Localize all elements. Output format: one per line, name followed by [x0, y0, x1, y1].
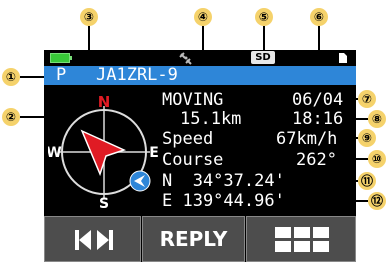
course-value: 262° [296, 150, 337, 170]
leader-10 [356, 158, 368, 160]
compass: N S W E [48, 93, 159, 212]
compass-south: S [99, 196, 109, 212]
reply-label: REPLY [159, 227, 228, 251]
callout-1: ① [2, 68, 20, 86]
leader-12 [356, 200, 368, 202]
device-screen: SD P JA1ZRL-9 N S W E MOVING 06/04 15.1k… [44, 50, 356, 262]
callout-12: ⑫ [368, 192, 386, 210]
date-value: 06/04 [292, 90, 344, 110]
callout-3: ③ [80, 8, 98, 26]
reply-button[interactable]: REPLY [142, 216, 245, 262]
battery-icon [50, 53, 70, 63]
speed-label: Speed [162, 129, 214, 149]
callout-11: ⑪ [358, 172, 376, 190]
menu-button[interactable] [246, 216, 356, 262]
callout-2: ② [2, 108, 20, 126]
station-prefix: P [56, 65, 67, 85]
callout-4: ④ [194, 8, 212, 26]
skip-back-forward-icon [75, 230, 113, 250]
time-value: 18:16 [292, 109, 344, 129]
compass-west: W [48, 145, 62, 161]
leader-1 [20, 76, 46, 78]
station-callsign: JA1ZRL-9 [96, 65, 178, 85]
leader-8 [356, 118, 368, 120]
callout-10: ⑩ [368, 150, 386, 168]
station-title-bar: P JA1ZRL-9 [44, 65, 356, 85]
callout-8: ⑧ [368, 110, 386, 128]
longitude-value: E 139°44.96' [162, 191, 285, 211]
grid-menu-icon [275, 227, 329, 252]
document-icon [339, 53, 347, 63]
skip-button[interactable] [44, 216, 141, 262]
status-bar: SD [44, 50, 356, 66]
compass-east: E [149, 145, 159, 161]
course-label: Course [162, 150, 224, 170]
callout-6: ⑥ [310, 8, 328, 26]
latitude-value: N 34°37.24' [162, 171, 285, 191]
sd-card-icon: SD [251, 51, 275, 64]
callout-9: ⑨ [358, 129, 376, 147]
satellite-icon [179, 52, 192, 65]
battery-tip-icon [70, 56, 72, 60]
callout-7: ⑦ [358, 90, 376, 108]
compass-north: N [98, 93, 111, 111]
speed-value: 67km/h [276, 129, 338, 149]
distance-value: 15.1km [180, 109, 242, 129]
movement-status: MOVING [162, 90, 224, 110]
callout-5: ⑤ [255, 8, 273, 26]
